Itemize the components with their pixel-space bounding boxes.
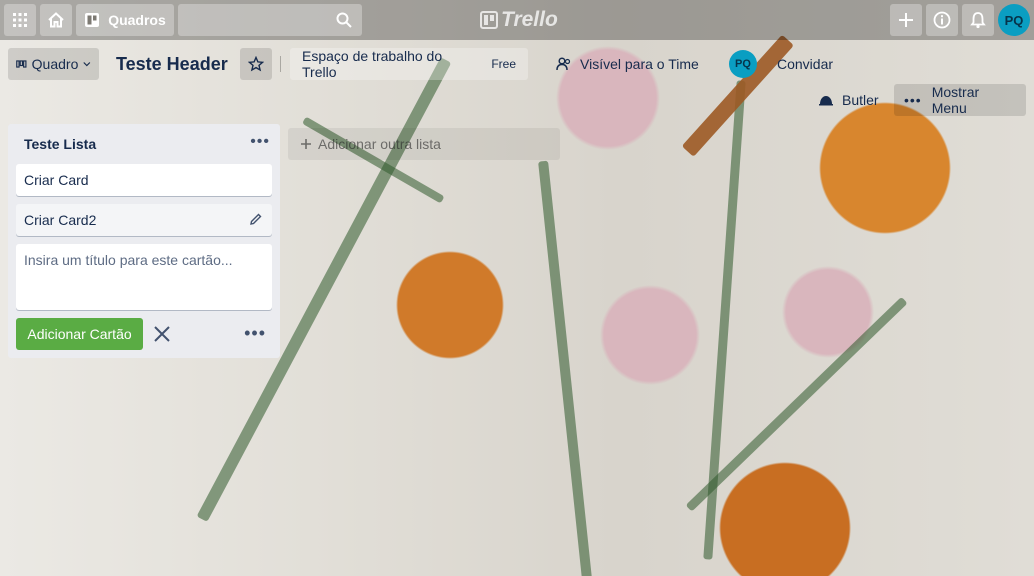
show-menu-label: Mostrar Menu bbox=[931, 84, 980, 116]
butler-label: Butler bbox=[842, 92, 879, 108]
show-menu-button[interactable]: ••• Mostrar Menu bbox=[894, 84, 1026, 116]
board-title[interactable]: Teste Header bbox=[108, 48, 236, 80]
user-avatar[interactable]: PQ bbox=[998, 4, 1030, 36]
card-title-input[interactable] bbox=[16, 244, 272, 310]
workspace-button[interactable]: Espaço de trabalho do Trello Free bbox=[290, 48, 528, 80]
invite-label: Convidar bbox=[777, 56, 834, 72]
boards-label: Quadros bbox=[108, 12, 166, 28]
more-horizontal-icon: ••• bbox=[904, 92, 922, 108]
workspace-label: Espaço de trabalho do Trello bbox=[302, 48, 443, 80]
card-title: Criar Card bbox=[24, 172, 89, 188]
search-input[interactable] bbox=[178, 4, 362, 36]
star-icon bbox=[248, 56, 264, 72]
add-card-button[interactable]: Adicionar Cartão bbox=[16, 318, 143, 350]
list-title[interactable]: Teste Lista bbox=[24, 136, 96, 152]
member-avatar[interactable]: PQ bbox=[729, 50, 757, 78]
bell-icon bbox=[970, 12, 986, 29]
butler-icon bbox=[819, 96, 833, 106]
logo-text: Trello bbox=[501, 8, 558, 31]
boards-icon bbox=[85, 13, 100, 27]
invite-button[interactable]: Convidar bbox=[777, 48, 833, 80]
butler-button[interactable]: Butler bbox=[818, 84, 879, 116]
chevron-down-icon bbox=[83, 62, 91, 67]
plus-icon bbox=[899, 13, 913, 27]
trello-logo-icon bbox=[480, 11, 498, 29]
visibility-label: Visível para o Time bbox=[580, 56, 699, 72]
list: Teste Lista ••• Criar Card Criar Card2 A… bbox=[8, 124, 280, 358]
top-nav-bar: Quadros Trello PQ bbox=[0, 0, 1034, 40]
grid-icon bbox=[13, 13, 27, 27]
apps-button[interactable] bbox=[4, 4, 36, 36]
info-icon bbox=[933, 11, 951, 29]
workspace-badge: Free bbox=[491, 57, 516, 71]
home-button[interactable] bbox=[40, 4, 72, 36]
card[interactable]: Criar Card2 bbox=[16, 204, 272, 236]
card[interactable]: Criar Card bbox=[16, 164, 272, 196]
info-button[interactable] bbox=[926, 4, 958, 36]
board-view-icon bbox=[16, 60, 27, 68]
people-icon bbox=[556, 57, 571, 71]
plus-icon bbox=[301, 139, 311, 149]
close-icon[interactable] bbox=[150, 322, 174, 346]
create-button[interactable] bbox=[890, 4, 922, 36]
search-icon bbox=[336, 12, 352, 28]
pencil-icon[interactable] bbox=[249, 212, 263, 226]
trello-logo[interactable]: Trello bbox=[480, 8, 558, 32]
boards-button[interactable]: Quadros bbox=[76, 4, 174, 36]
notifications-button[interactable] bbox=[962, 4, 994, 36]
card-title: Criar Card2 bbox=[24, 212, 97, 228]
composer-options-icon[interactable]: ••• bbox=[244, 324, 266, 342]
home-icon bbox=[48, 12, 64, 28]
visibility-button[interactable]: Visível para o Time bbox=[556, 48, 699, 80]
list-menu-icon[interactable]: ••• bbox=[250, 134, 270, 150]
board-view-label: Quadro bbox=[31, 56, 79, 72]
add-list-label: Adicionar outra lista bbox=[318, 136, 441, 152]
board-view-switcher[interactable]: Quadro bbox=[8, 48, 99, 80]
star-button[interactable] bbox=[240, 48, 272, 80]
header-divider bbox=[280, 56, 281, 72]
add-list-button[interactable]: Adicionar outra lista bbox=[288, 128, 560, 160]
